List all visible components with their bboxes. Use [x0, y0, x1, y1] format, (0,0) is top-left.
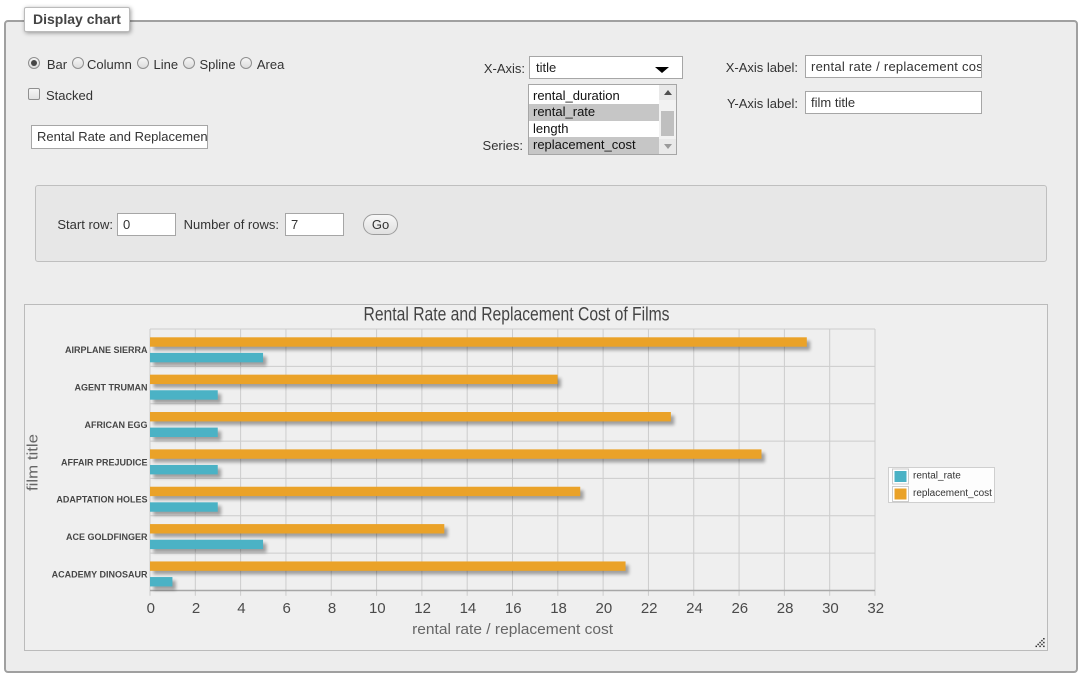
svg-text:14: 14: [460, 600, 477, 617]
svg-text:22: 22: [641, 600, 658, 617]
svg-text:24: 24: [686, 600, 703, 617]
svg-text:2: 2: [192, 600, 200, 617]
svg-text:32: 32: [867, 600, 884, 617]
svg-text:20: 20: [596, 600, 613, 617]
svg-text:26: 26: [731, 600, 748, 617]
svg-text:Rental Rate and Replacement Co: Rental Rate and Replacement Cost of Film…: [364, 305, 670, 326]
svg-text:ACE GOLDFINGER: ACE GOLDFINGER: [66, 532, 148, 542]
svg-text:AFFAIR PREJUDICE: AFFAIR PREJUDICE: [61, 457, 148, 467]
svg-text:rental rate / replacement cost: rental rate / replacement cost: [412, 621, 614, 638]
svg-text:0: 0: [147, 600, 155, 617]
svg-text:AGENT TRUMAN: AGENT TRUMAN: [75, 383, 148, 393]
svg-text:replacement_cost: replacement_cost: [913, 488, 992, 499]
svg-text:28: 28: [777, 600, 794, 617]
svg-text:30: 30: [822, 600, 839, 617]
svg-text:rental_rate: rental_rate: [913, 470, 961, 481]
svg-text:ACADEMY DINOSAUR: ACADEMY DINOSAUR: [52, 569, 148, 579]
svg-text:12: 12: [414, 600, 431, 617]
svg-text:AFRICAN EGG: AFRICAN EGG: [85, 420, 148, 430]
svg-text:8: 8: [328, 600, 336, 617]
svg-text:4: 4: [237, 600, 245, 617]
svg-text:10: 10: [369, 600, 386, 617]
svg-text:6: 6: [283, 600, 291, 617]
svg-text:film title: film title: [25, 434, 42, 491]
svg-text:16: 16: [505, 600, 522, 617]
svg-text:AIRPLANE SIERRA: AIRPLANE SIERRA: [65, 345, 148, 355]
svg-text:18: 18: [550, 600, 567, 617]
svg-text:ADAPTATION HOLES: ADAPTATION HOLES: [56, 495, 147, 505]
